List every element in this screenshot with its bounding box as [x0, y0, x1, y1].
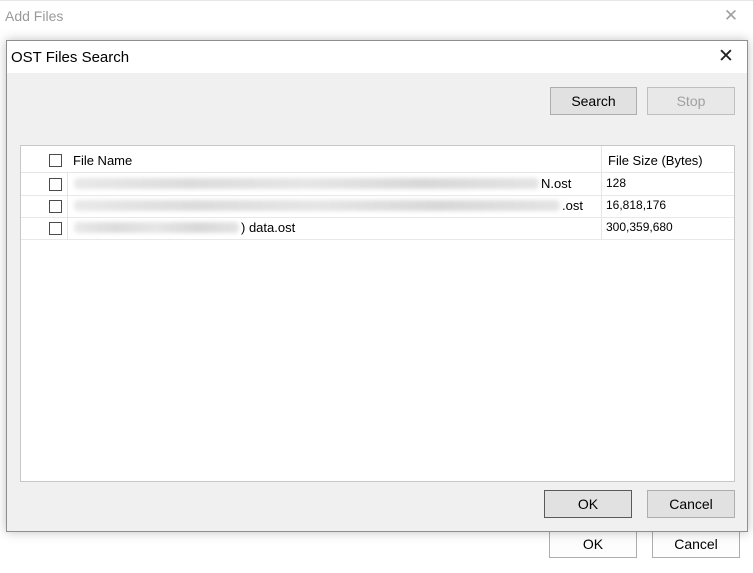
column-header-file-size[interactable]: File Size (Bytes): [608, 153, 703, 168]
table-row[interactable]: N.ost 128: [21, 173, 734, 196]
list-header: File Name File Size (Bytes): [21, 146, 734, 173]
column-separator[interactable]: [601, 146, 602, 172]
ost-file-list[interactable]: File Name File Size (Bytes) N.ost 128 .o…: [20, 145, 735, 482]
dialog-titlebar: OST Files Search ✕: [7, 41, 747, 73]
ok-button[interactable]: OK: [544, 490, 632, 518]
add-files-close-icon[interactable]: ✕: [722, 7, 740, 25]
file-name-cell: ) data.ost: [67, 217, 602, 239]
file-size: 16,818,176: [606, 198, 667, 212]
file-name-cell: .ost: [67, 195, 602, 217]
dialog-title: OST Files Search: [11, 49, 130, 66]
row-checkbox[interactable]: [49, 222, 62, 235]
ost-files-search-dialog: OST Files Search ✕ Search Stop File Name…: [6, 40, 748, 532]
file-size: 300,359,680: [606, 220, 673, 234]
row-checkbox[interactable]: [49, 200, 62, 213]
table-row[interactable]: .ost 16,818,176: [21, 195, 734, 218]
column-header-file-name[interactable]: File Name: [73, 153, 132, 168]
file-name-suffix: .ost: [562, 198, 583, 213]
redacted-path: [74, 222, 239, 233]
file-size: 128: [606, 176, 627, 190]
select-all-checkbox[interactable]: [49, 154, 62, 167]
file-name-cell: N.ost: [67, 173, 602, 195]
search-button[interactable]: Search: [550, 87, 637, 115]
dialog-close-icon[interactable]: ✕: [715, 47, 737, 69]
window-top-border: [0, 0, 753, 1]
file-name-suffix: N.ost: [541, 176, 572, 191]
add-files-cancel-button[interactable]: Cancel: [652, 530, 740, 558]
redacted-path: [74, 200, 560, 211]
add-files-title: Add Files: [5, 8, 64, 24]
file-name-suffix: ) data.ost: [241, 220, 296, 235]
table-row[interactable]: ) data.ost 300,359,680: [21, 217, 734, 240]
redacted-path: [74, 178, 539, 189]
row-checkbox[interactable]: [49, 178, 62, 191]
cancel-button[interactable]: Cancel: [647, 490, 735, 518]
add-files-ok-button[interactable]: OK: [549, 530, 637, 558]
stop-button[interactable]: Stop: [647, 87, 735, 115]
